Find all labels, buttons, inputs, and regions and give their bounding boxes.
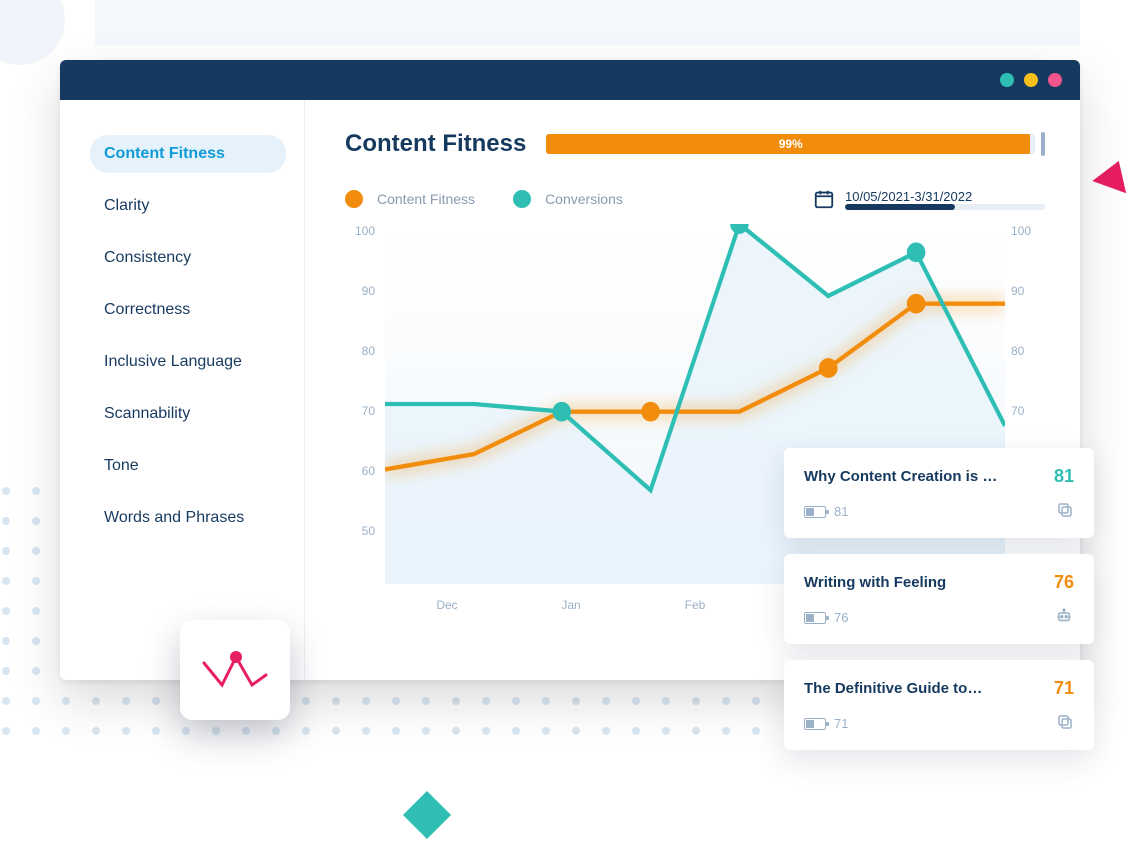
progress-bar: 99% xyxy=(546,132,1045,156)
copy-icon[interactable] xyxy=(1056,501,1074,522)
triangle-decoration-icon xyxy=(1092,155,1135,194)
legend-dot-conversions-icon xyxy=(513,190,531,208)
content-card-subscore: 81 xyxy=(834,504,848,519)
page-title: Content Fitness xyxy=(345,130,526,158)
progress-end-marker-icon xyxy=(1041,132,1045,156)
calendar-icon xyxy=(813,188,835,210)
sidebar-item-words-and-phrases[interactable]: Words and Phrases xyxy=(90,499,286,537)
window-titlebar xyxy=(60,60,1080,100)
y-axis-left: 100 90 80 70 60 50 xyxy=(345,224,385,584)
window-dot-yellow-icon xyxy=(1024,73,1038,87)
content-card-subscore: 76 xyxy=(834,610,848,625)
content-card-title: The Definitive Guide to… xyxy=(804,680,982,697)
sidebar-item-correctness[interactable]: Correctness xyxy=(90,291,286,329)
content-card[interactable]: Writing with Feeling 76 76 xyxy=(784,554,1094,644)
date-range-picker[interactable]: 10/05/2021-3/31/2022 xyxy=(813,188,1045,210)
content-card-score: 81 xyxy=(1054,466,1074,487)
sidebar: Content Fitness Clarity Consistency Corr… xyxy=(60,100,305,680)
copy-icon[interactable] xyxy=(1056,713,1074,734)
legend-label-conversions: Conversions xyxy=(545,191,623,207)
robot-icon[interactable] xyxy=(1054,607,1074,628)
content-card[interactable]: Why Content Creation is … 81 81 xyxy=(784,448,1094,538)
window-dot-pink-icon xyxy=(1048,73,1062,87)
battery-icon xyxy=(804,506,826,518)
sidebar-item-clarity[interactable]: Clarity xyxy=(90,187,286,225)
chart-legend: Content Fitness Conversions 10/05/2021-3… xyxy=(345,188,1045,210)
sparkline-icon xyxy=(200,645,270,695)
diamond-decoration-icon xyxy=(403,791,451,839)
battery-icon xyxy=(804,612,826,624)
content-card-title: Writing with Feeling xyxy=(804,574,946,591)
content-card-score: 71 xyxy=(1054,678,1074,699)
date-range-underline-icon xyxy=(845,204,1045,210)
legend-dot-content-fitness-icon xyxy=(345,190,363,208)
date-range-text: 10/05/2021-3/31/2022 xyxy=(845,189,1045,204)
bg-strip xyxy=(95,0,1080,45)
content-card-subscore: 71 xyxy=(834,716,848,731)
sidebar-item-content-fitness[interactable]: Content Fitness xyxy=(90,135,286,173)
sidebar-item-consistency[interactable]: Consistency xyxy=(90,239,286,277)
window-dot-green-icon xyxy=(1000,73,1014,87)
content-cards-panel: Why Content Creation is … 81 81 Writing … xyxy=(784,448,1094,750)
legend-label-content-fitness: Content Fitness xyxy=(377,191,475,207)
content-card-score: 76 xyxy=(1054,572,1074,593)
sidebar-item-inclusive-language[interactable]: Inclusive Language xyxy=(90,343,286,381)
sidebar-item-tone[interactable]: Tone xyxy=(90,447,286,485)
content-card[interactable]: The Definitive Guide to… 71 71 xyxy=(784,660,1094,750)
bg-circle xyxy=(0,0,65,65)
content-card-title: Why Content Creation is … xyxy=(804,468,997,485)
progress-label: 99% xyxy=(546,134,1035,154)
sidebar-item-scannability[interactable]: Scannability xyxy=(90,395,286,433)
battery-icon xyxy=(804,718,826,730)
sparkline-card xyxy=(180,620,290,720)
